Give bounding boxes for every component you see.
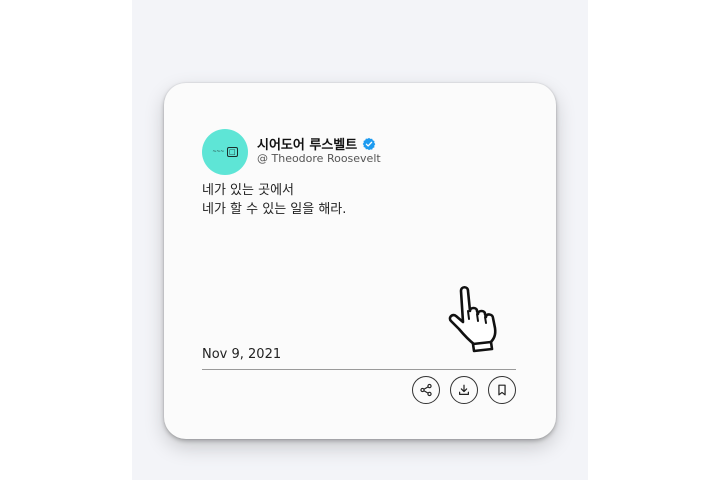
post-date: Nov 9, 2021 — [202, 347, 282, 362]
avatar-badge-icon: □ — [227, 147, 238, 157]
download-icon — [459, 384, 469, 395]
verified-badge-icon — [362, 137, 376, 150]
bookmark-button[interactable] — [488, 376, 516, 404]
share-icon — [420, 383, 432, 397]
hand-pointer-icon — [448, 285, 497, 353]
quote-line-1: 네가 있는 곳에서 — [202, 183, 294, 198]
avatar-logo-icon: ~~~ — [212, 149, 225, 155]
quote-card: ~~~ □ 시어도어 루스벨트 @ Theodore Roosevelt 네가 … — [164, 83, 556, 439]
avatar[interactable]: ~~~ □ — [202, 129, 248, 175]
download-button[interactable] — [450, 376, 478, 404]
quote-text: 네가 있는 곳에서 네가 할 수 있는 일을 해라. — [202, 181, 346, 219]
divider — [202, 369, 516, 370]
author-name[interactable]: 시어도어 루스벨트 — [257, 134, 357, 153]
share-button[interactable] — [412, 376, 440, 404]
author-handle[interactable]: @ Theodore Roosevelt — [257, 152, 381, 165]
author-row: 시어도어 루스벨트 — [257, 134, 376, 153]
quote-line-2: 네가 할 수 있는 일을 해라. — [202, 202, 347, 217]
bookmark-icon — [498, 384, 506, 396]
